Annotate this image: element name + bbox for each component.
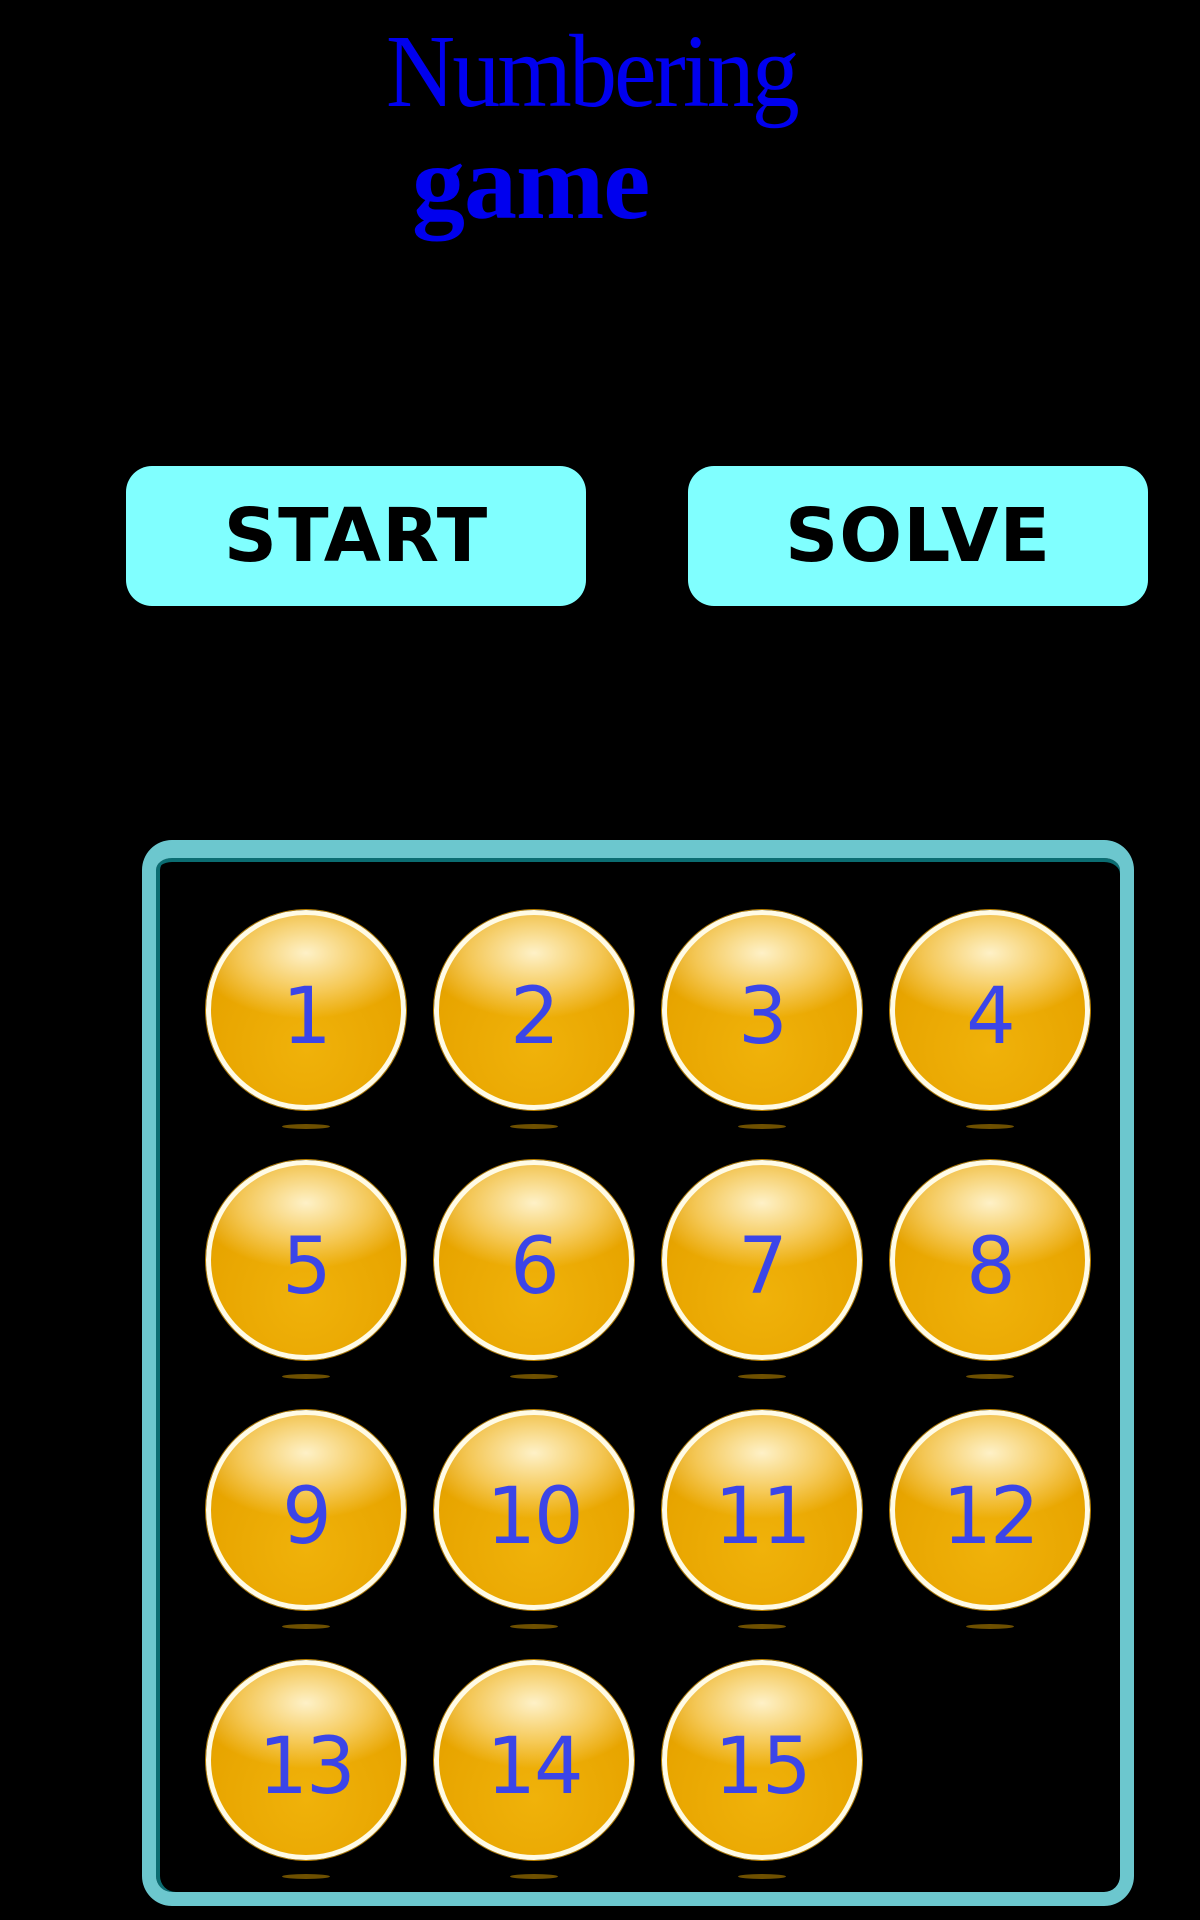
title-line-2: game — [412, 124, 650, 241]
tile-shadow — [738, 1374, 786, 1379]
tile-7[interactable]: 7 — [662, 1160, 862, 1360]
tile-shadow — [282, 1374, 330, 1379]
tile-number: 11 — [714, 1472, 811, 1562]
tile-number: 14 — [486, 1722, 583, 1812]
tile-shadow — [510, 1874, 558, 1879]
tile-number: 15 — [714, 1722, 811, 1812]
tile-shadow — [282, 1874, 330, 1879]
tile-number: 1 — [282, 972, 332, 1062]
tile-shadow — [966, 1624, 1014, 1629]
tile-2[interactable]: 2 — [434, 910, 634, 1110]
tile-9[interactable]: 9 — [206, 1410, 406, 1610]
solve-button[interactable]: SOLVE — [688, 466, 1148, 606]
tile-15[interactable]: 15 — [662, 1660, 862, 1860]
tile-13[interactable]: 13 — [206, 1660, 406, 1860]
tile-8[interactable]: 8 — [890, 1160, 1090, 1360]
tile-number: 13 — [258, 1722, 355, 1812]
tile-11[interactable]: 11 — [662, 1410, 862, 1610]
tile-5[interactable]: 5 — [206, 1160, 406, 1360]
tile-3[interactable]: 3 — [662, 910, 862, 1110]
tile-shadow — [282, 1124, 330, 1129]
tile-shadow — [510, 1624, 558, 1629]
tile-shadow — [966, 1374, 1014, 1379]
title: Numbering game — [0, 0, 1200, 260]
tile-1[interactable]: 1 — [206, 910, 406, 1110]
tile-shadow — [510, 1374, 558, 1379]
tile-number: 8 — [966, 1222, 1016, 1312]
tile-shadow — [738, 1124, 786, 1129]
tile-12[interactable]: 12 — [890, 1410, 1090, 1610]
start-button[interactable]: START — [126, 466, 586, 606]
tile-shadow — [738, 1874, 786, 1879]
tile-6[interactable]: 6 — [434, 1160, 634, 1360]
tile-number: 10 — [486, 1472, 583, 1562]
tile-4[interactable]: 4 — [890, 910, 1090, 1110]
tile-shadow — [282, 1624, 330, 1629]
tile-shadow — [738, 1624, 786, 1629]
tile-10[interactable]: 10 — [434, 1410, 634, 1610]
title-line-1: Numbering — [386, 14, 800, 129]
empty-slot[interactable] — [890, 1660, 1090, 1860]
tile-number: 4 — [966, 972, 1016, 1062]
tile-shadow — [510, 1124, 558, 1129]
tile-14[interactable]: 14 — [434, 1660, 634, 1860]
tile-number: 12 — [942, 1472, 1039, 1562]
tile-number: 3 — [738, 972, 788, 1062]
tile-number: 7 — [738, 1222, 788, 1312]
tile-shadow — [966, 1124, 1014, 1129]
tile-number: 9 — [282, 1472, 332, 1562]
tile-number: 2 — [510, 972, 560, 1062]
tile-number: 6 — [510, 1222, 560, 1312]
puzzle-board: 1 2 3 4 5 6 7 8 9 10 11 12 13 14 15 — [142, 840, 1134, 1906]
tile-number: 5 — [282, 1222, 332, 1312]
